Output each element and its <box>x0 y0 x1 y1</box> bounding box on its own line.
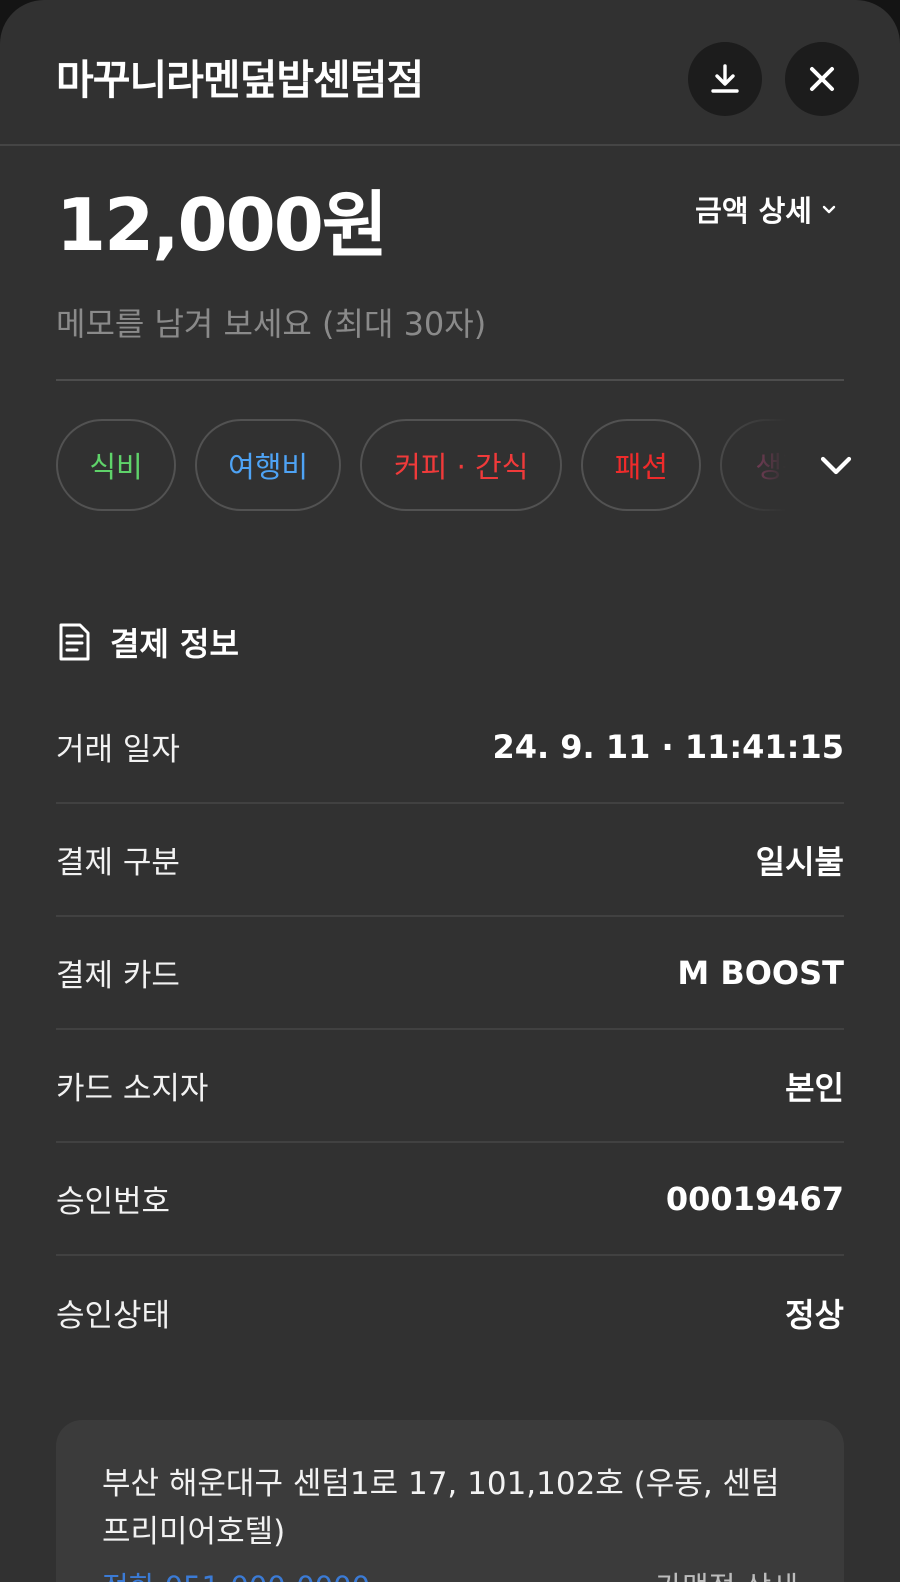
payment-info-title: 결제 정보 <box>110 625 239 663</box>
merchant-phone-link[interactable]: 전화 051-000-0000 <box>102 1564 370 1582</box>
merchant-name: 마꾸니라멘덮밥센텀점 <box>56 56 424 104</box>
category-chip-food[interactable]: 식비 <box>56 419 176 511</box>
chevron-down-icon <box>822 205 836 214</box>
close-icon <box>810 67 834 91</box>
memo-input[interactable] <box>56 305 844 343</box>
info-value: 24. 9. 11 · 11:41:15 <box>492 727 844 766</box>
category-chip-list: 식비 여행비 커피 · 간식 패션 생활비 <box>56 419 816 511</box>
category-chip-coffee-snack[interactable]: 커피 · 간식 <box>360 419 563 511</box>
info-row-approval-number: 승인번호 00019467 <box>56 1143 844 1256</box>
info-label: 승인번호 <box>56 1184 171 1220</box>
info-row-payment-card: 결제 카드 M BOOST <box>56 917 844 1030</box>
info-row-approval-status: 승인상태 정상 <box>56 1256 844 1369</box>
chevron-down-icon <box>820 456 852 475</box>
info-value: 본인 <box>785 1068 844 1107</box>
payment-info-list: 거래 일자 24. 9. 11 · 11:41:15 결제 구분 일시불 결제 … <box>56 691 844 1369</box>
info-row-payment-type: 결제 구분 일시불 <box>56 804 844 917</box>
info-label: 승인상태 <box>56 1298 171 1334</box>
info-value: 00019467 <box>665 1179 844 1218</box>
merchant-address-card: 부산 해운대구 센텀1로 17, 101,102호 (우동, 센텀프리미어호텔)… <box>56 1420 844 1582</box>
category-expand-button[interactable] <box>808 437 864 493</box>
merchant-address: 부산 해운대구 센텀1로 17, 101,102호 (우동, 센텀프리미어호텔) <box>102 1466 780 1550</box>
info-value: 일시불 <box>755 842 844 881</box>
info-row-card-holder: 카드 소지자 본인 <box>56 1030 844 1143</box>
info-value: 정상 <box>785 1295 844 1334</box>
transaction-detail-sheet: 마꾸니라멘덮밥센텀점 12,000원 금액 상세 식비 여행비 커피 · 간식 … <box>0 0 900 1582</box>
download-button[interactable] <box>688 42 762 116</box>
info-label: 결제 구분 <box>56 845 180 881</box>
merchant-detail-link[interactable]: 가맹점 상세 <box>655 1564 798 1582</box>
payment-info-heading: 결제 정보 <box>56 619 239 665</box>
info-label: 카드 소지자 <box>56 1071 209 1107</box>
amount-value: 12,000원 <box>56 183 388 267</box>
amount-detail-button[interactable]: 금액 상세 <box>695 188 838 230</box>
info-value: M BOOST <box>677 953 844 992</box>
category-chip-living[interactable]: 생활비 <box>720 419 816 511</box>
download-icon <box>711 64 739 93</box>
info-row-transaction-date: 거래 일자 24. 9. 11 · 11:41:15 <box>56 691 844 804</box>
receipt-icon <box>59 623 90 661</box>
category-chip-fashion[interactable]: 패션 <box>581 419 702 511</box>
info-label: 결제 카드 <box>56 958 180 994</box>
amount-detail-label: 금액 상세 <box>695 194 812 228</box>
info-label: 거래 일자 <box>56 732 180 768</box>
close-button[interactable] <box>785 42 859 116</box>
sheet-header: 마꾸니라멘덮밥센텀점 <box>0 0 900 146</box>
merchant-contact-row: 전화 051-000-0000 가맹점 상세 <box>102 1564 798 1582</box>
memo-field-wrapper <box>56 305 844 381</box>
category-chip-travel[interactable]: 여행비 <box>195 419 342 511</box>
